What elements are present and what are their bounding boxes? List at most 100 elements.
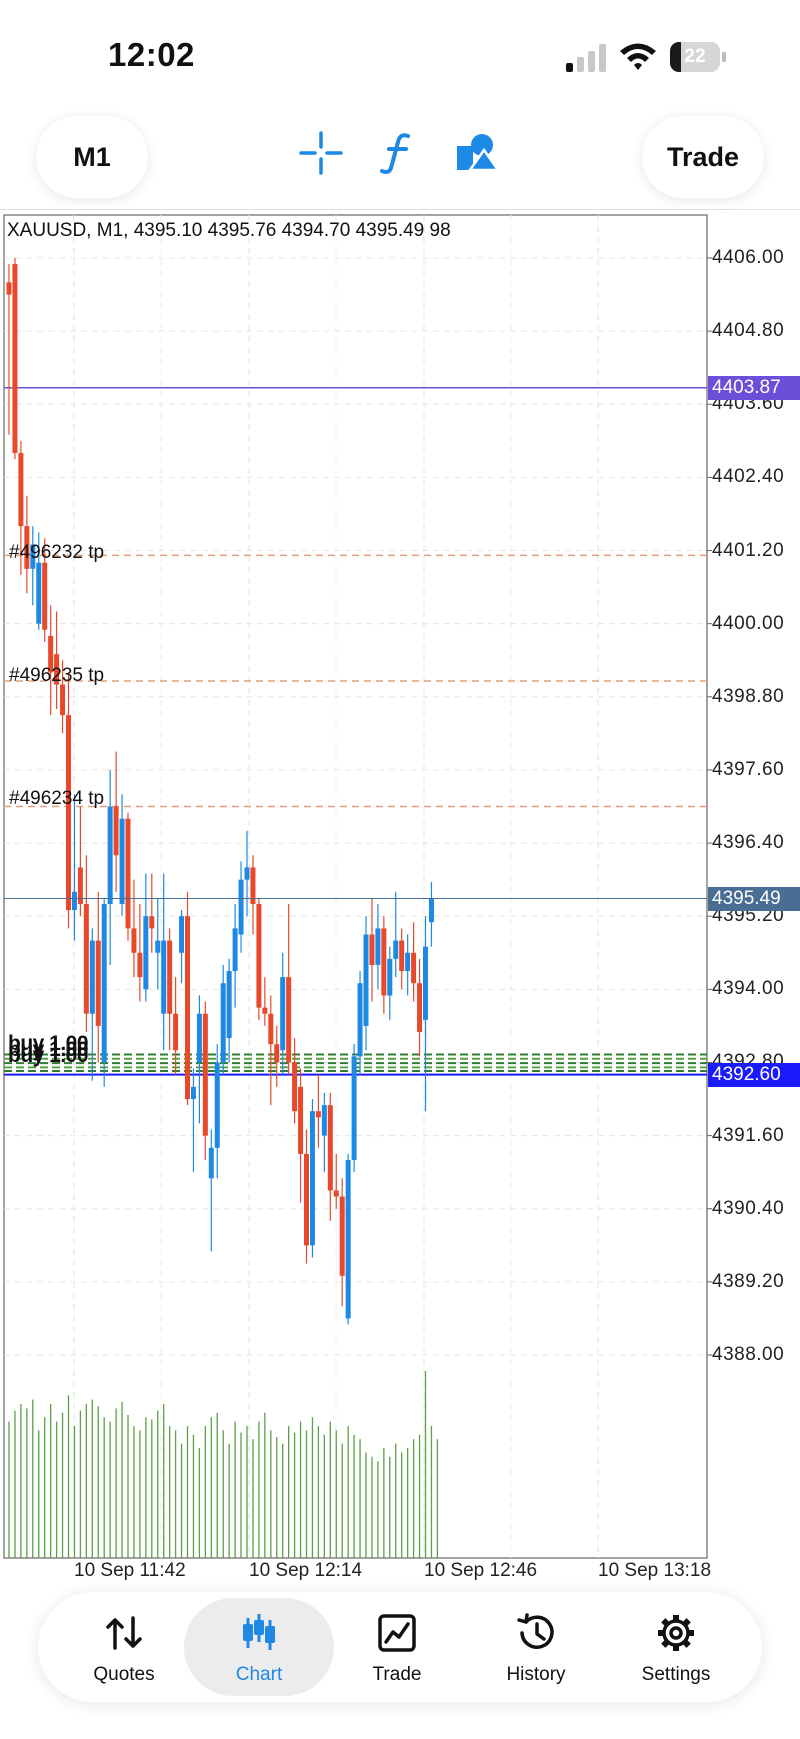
bullish-candle <box>244 867 250 880</box>
bullish-candle <box>405 952 411 972</box>
nav-trade[interactable]: Trade <box>327 1592 467 1702</box>
bearish-candle <box>12 264 18 454</box>
status-bar: 12:02 22 <box>0 0 800 110</box>
bullish-candle <box>226 971 232 1039</box>
battery-icon: 22 <box>670 42 726 72</box>
bearish-candle <box>417 983 423 1032</box>
bearish-candle <box>274 1044 280 1063</box>
function-icon[interactable] <box>376 130 422 176</box>
time-axis-label: 10 Sep 11:42 <box>74 1560 186 1581</box>
price-tick-label: 4389.20 <box>712 1270 785 1292</box>
bullish-candle <box>107 806 113 905</box>
alert-price-badge: 4403.87 <box>708 375 800 400</box>
bearish-candle <box>167 940 173 1014</box>
bullish-candle <box>196 1013 202 1063</box>
nav-settings[interactable]: Settings <box>606 1592 746 1702</box>
nav-label: Settings <box>641 1664 711 1685</box>
bullish-candle <box>220 983 226 1063</box>
cellular-signal-icon <box>566 44 608 72</box>
battery-level: 22 <box>684 46 706 67</box>
bullish-candle <box>71 891 77 911</box>
chart-icon <box>243 1614 275 1650</box>
bullish-candle <box>345 1159 351 1319</box>
bullish-candle <box>179 916 185 953</box>
wifi-icon <box>620 43 656 70</box>
bearish-candle <box>399 940 405 972</box>
price-tick-label: 4404.80 <box>712 320 785 342</box>
nav-label: Trade <box>372 1664 422 1685</box>
bearish-candle <box>369 934 375 965</box>
bullish-candle <box>387 958 393 996</box>
bullish-candle <box>119 818 125 905</box>
bearish-candle <box>113 806 119 856</box>
bullish-candle <box>351 1056 357 1160</box>
bearish-candle <box>381 928 387 996</box>
tp-label-496232: #496232 tp <box>9 542 105 563</box>
bearish-candle <box>339 1196 345 1276</box>
bottom-navigation: Quotes Chart Trade History Settings <box>38 1592 762 1702</box>
nav-label: History <box>506 1664 566 1685</box>
quotes-icon <box>106 1616 142 1650</box>
time-axis-label: 10 Sep 12:14 <box>249 1560 363 1581</box>
bullish-candle <box>143 916 149 990</box>
price-chart[interactable]: XAUUSD, M1, 4395.10 4395.76 4394.70 4395… <box>0 212 800 1581</box>
bearish-candle <box>42 562 48 630</box>
nav-chart[interactable]: Chart <box>184 1592 334 1702</box>
time-axis-label: 10 Sep 13:18 <box>598 1560 712 1581</box>
bearish-candle <box>315 1111 321 1118</box>
price-tick-label: 4388.00 <box>712 1344 785 1365</box>
bearish-candle <box>256 904 262 1008</box>
nav-label: Quotes <box>93 1664 155 1685</box>
bullish-candle <box>321 1105 327 1136</box>
bullish-candle <box>357 983 363 1057</box>
bearish-candle <box>298 1086 304 1154</box>
bearish-candle <box>95 940 101 1026</box>
price-tick-label: 4394.00 <box>712 978 785 1000</box>
price-tick-label: 4390.40 <box>712 1197 785 1219</box>
bullish-candle <box>190 1086 196 1100</box>
nav-history[interactable]: History <box>466 1592 606 1702</box>
bearish-candle <box>268 1013 274 1045</box>
bearish-candle <box>60 684 66 716</box>
bullish-candle <box>309 1111 315 1246</box>
bearish-candle <box>292 1062 298 1112</box>
bearish-candle <box>137 952 143 978</box>
price-tick-label: 4398.80 <box>712 685 785 707</box>
chart-toolbar: M1 Trade <box>0 110 800 210</box>
bullish-candle <box>36 562 42 624</box>
bearish-candle <box>327 1105 333 1191</box>
bearish-candle <box>149 916 155 929</box>
bullish-candle <box>155 940 161 953</box>
bullish-candle <box>89 940 95 1014</box>
tp-label-496235: #496235 tp <box>9 665 105 686</box>
price-tick-label: 4402.40 <box>712 466 785 488</box>
trade-button[interactable]: Trade <box>642 116 764 198</box>
time-axis-label: 10 Sep 12:46 <box>424 1560 538 1581</box>
timeframe-button[interactable]: M1 <box>36 116 148 198</box>
bearish-candle <box>333 1190 339 1197</box>
shapes-icon[interactable] <box>454 130 500 176</box>
bullish-candle <box>280 977 286 1051</box>
bearish-candle <box>262 1007 268 1014</box>
bearish-candle <box>202 1013 208 1136</box>
position-price-badge: 4392.60 <box>708 1062 800 1087</box>
status-time: 12:02 <box>108 36 195 73</box>
buy-position-label: buy 1.00 <box>8 1044 89 1067</box>
bullish-candle <box>238 879 244 935</box>
bearish-candle <box>304 1153 309 1246</box>
bearish-candle <box>6 282 12 295</box>
price-tick-label: 4400.00 <box>712 612 785 634</box>
bullish-candle <box>208 1147 214 1179</box>
nav-quotes[interactable]: Quotes <box>54 1592 194 1702</box>
current-price-badge: 4395.49 <box>708 886 800 911</box>
bullish-candle <box>232 928 238 972</box>
bearish-candle <box>18 453 24 527</box>
bullish-candle <box>363 934 369 1026</box>
bearish-candle <box>286 977 292 1063</box>
price-tick-label: 4397.60 <box>712 758 785 780</box>
bullish-candle <box>101 904 107 1063</box>
crosshair-icon[interactable] <box>298 130 344 176</box>
chart-symbol-header: XAUUSD, M1, 4395.10 4395.76 4394.70 4395… <box>7 220 451 241</box>
trade-icon <box>378 1614 416 1652</box>
candlestick-chart[interactable] <box>0 212 800 1568</box>
